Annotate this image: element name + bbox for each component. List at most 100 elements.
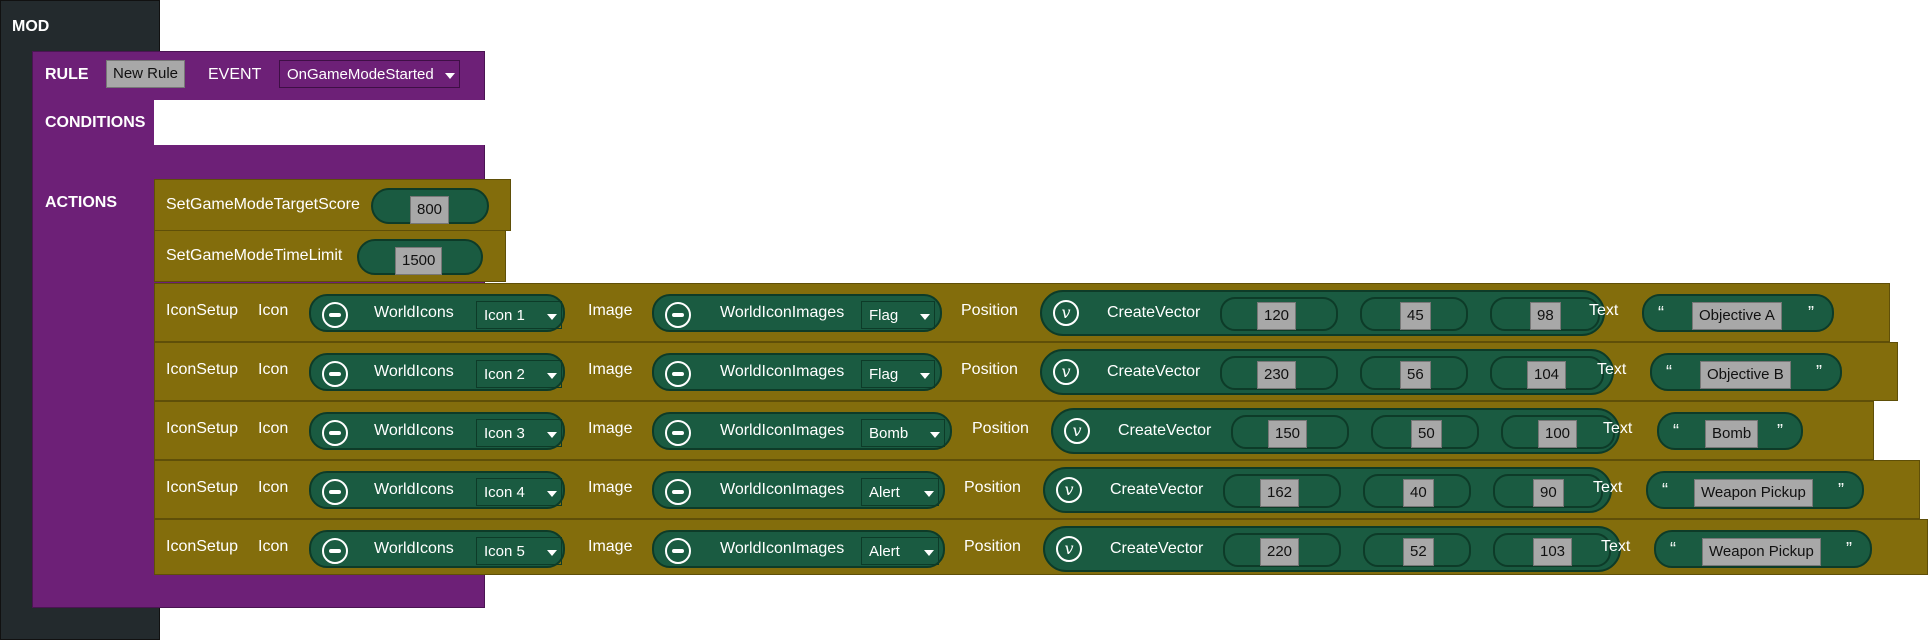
icon-dropdown[interactable]: Icon 3 [476,419,562,447]
icon-param-label: Icon [258,361,289,378]
createvector-label: CreateVector [1110,481,1204,498]
vector-x-input[interactable]: 120 [1257,302,1297,330]
icon-setup-block[interactable]: IconSetup Icon WorldIcons Icon 5 Image W… [154,519,1928,575]
createvector-pill[interactable]: v CreateVector 230 56 104 [1040,349,1614,395]
icon-setup-block[interactable]: IconSetup Icon WorldIcons Icon 2 Image W… [154,342,1898,401]
vector-z-pill[interactable]: 100 [1501,415,1615,449]
text-input[interactable]: Bomb [1705,420,1759,448]
text-pill[interactable]: “ Bomb ” [1657,412,1803,450]
text-pill[interactable]: “ Weapon Pickup ” [1654,530,1872,568]
vector-y-input[interactable]: 52 [1403,538,1434,566]
icon-dropdown[interactable]: Icon 5 [476,537,562,565]
event-dropdown[interactable]: OnGameModeStarted [279,60,460,88]
chevron-down-icon [920,314,930,320]
text-param-label: Text [1593,479,1623,496]
icon-dropdown[interactable]: Icon 4 [476,478,562,506]
vector-y-input[interactable]: 40 [1403,479,1434,507]
vector-z-input[interactable]: 100 [1538,420,1578,448]
vector-z-input[interactable]: 90 [1533,479,1564,507]
icon-dropdown[interactable]: Icon 2 [476,360,562,388]
image-dropdown[interactable]: Flag [861,301,935,329]
icon-setup-block[interactable]: IconSetup Icon WorldIcons Icon 3 Image W… [154,401,1874,460]
conditions-label: CONDITIONS [45,114,146,131]
worldicons-pill[interactable]: WorldIcons Icon 5 [309,530,565,568]
vector-z-pill[interactable]: 104 [1490,356,1604,390]
text-input[interactable]: Weapon Pickup [1694,479,1813,507]
target-score-value-pill[interactable]: 800 [371,188,489,224]
icon-dropdown[interactable]: Icon 1 [476,301,562,329]
image-dropdown[interactable]: Alert [861,478,939,506]
icon-param-label: Icon [258,420,289,437]
vector-x-input[interactable]: 220 [1260,538,1300,566]
vector-y-pill[interactable]: 40 [1363,474,1471,508]
worldiconimages-pill[interactable]: WorldIconImages Flag [652,294,942,332]
text-input[interactable]: Objective A [1692,302,1782,330]
vector-z-pill[interactable]: 98 [1490,297,1600,331]
vector-y-input[interactable]: 50 [1411,420,1442,448]
vector-z-pill[interactable]: 103 [1493,533,1611,567]
createvector-pill[interactable]: v CreateVector 150 50 100 [1051,408,1620,454]
vector-y-pill[interactable]: 52 [1363,533,1471,567]
text-input[interactable]: Weapon Pickup [1702,538,1821,566]
vector-y-input[interactable]: 45 [1400,302,1431,330]
vector-z-input[interactable]: 104 [1527,361,1567,389]
vector-z-pill[interactable]: 90 [1493,474,1603,508]
vector-x-pill[interactable]: 120 [1220,297,1338,331]
rule-label: RULE [45,66,89,83]
worldiconimages-pill[interactable]: WorldIconImages Bomb [652,412,952,450]
worldiconimages-pill[interactable]: WorldIconImages Flag [652,353,942,391]
chevron-down-icon [547,491,557,497]
text-pill[interactable]: “ Objective A ” [1642,294,1834,332]
worldiconimages-pill[interactable]: WorldIconImages Alert [652,471,945,509]
chevron-down-icon [445,73,455,79]
text-input[interactable]: Objective B [1700,361,1791,389]
mod-label: MOD [12,18,50,35]
set-target-score-block[interactable]: SetGameModeTargetScore 800 [154,179,511,231]
vector-y-pill[interactable]: 50 [1371,415,1479,449]
conditions-slot[interactable] [154,100,485,145]
set-time-limit-block[interactable]: SetGameModeTimeLimit 1500 [154,230,506,282]
worldicons-pill[interactable]: WorldIcons Icon 3 [309,412,565,450]
open-quote-icon: “ [1658,303,1664,323]
vector-icon: v [1056,477,1082,503]
image-dropdown[interactable]: Flag [861,360,935,388]
vector-z-input[interactable]: 103 [1533,538,1573,566]
createvector-pill[interactable]: v CreateVector 220 52 103 [1043,526,1621,572]
target-score-input[interactable]: 800 [410,196,450,224]
createvector-pill[interactable]: v CreateVector 120 45 98 [1040,290,1605,336]
event-label: EVENT [208,66,262,83]
worldicons-pill[interactable]: WorldIcons Icon 2 [309,353,565,391]
image-value: Alert [869,484,900,501]
image-dropdown[interactable]: Bomb [861,419,945,447]
vector-y-pill[interactable]: 56 [1360,356,1468,390]
vector-x-pill[interactable]: 220 [1223,533,1341,567]
image-param-label: Image [588,538,633,555]
worldicons-pill[interactable]: WorldIcons Icon 1 [309,294,565,332]
time-limit-value-pill[interactable]: 1500 [357,239,483,275]
icon-setup-block[interactable]: IconSetup Icon WorldIcons Icon 1 Image W… [154,283,1890,342]
enum-icon [665,361,691,387]
image-value: Flag [869,366,899,383]
vector-x-input[interactable]: 162 [1260,479,1300,507]
text-pill[interactable]: “ Weapon Pickup ” [1646,471,1864,509]
time-limit-input[interactable]: 1500 [395,247,443,275]
text-pill[interactable]: “ Objective B ” [1650,353,1842,391]
vector-z-input[interactable]: 98 [1530,302,1561,330]
worldiconimages-pill[interactable]: WorldIconImages Alert [652,530,945,568]
vector-x-pill[interactable]: 162 [1223,474,1341,508]
icon-setup-block[interactable]: IconSetup Icon WorldIcons Icon 4 Image W… [154,460,1920,519]
vector-y-pill[interactable]: 45 [1360,297,1468,331]
worldicons-pill[interactable]: WorldIcons Icon 4 [309,471,565,509]
worldiconimages-label: WorldIconImages [720,481,845,498]
vector-x-pill[interactable]: 230 [1220,356,1338,390]
vector-x-input[interactable]: 150 [1268,420,1308,448]
chevron-down-icon [930,432,940,438]
vector-x-pill[interactable]: 150 [1231,415,1349,449]
vector-y-input[interactable]: 56 [1400,361,1431,389]
close-quote-icon: ” [1808,303,1814,323]
rule-name-field[interactable]: New Rule [106,60,186,88]
image-dropdown[interactable]: Alert [861,537,939,565]
vector-x-input[interactable]: 230 [1257,361,1297,389]
createvector-pill[interactable]: v CreateVector 162 40 90 [1043,467,1612,513]
icon-param-label: Icon [258,302,289,319]
